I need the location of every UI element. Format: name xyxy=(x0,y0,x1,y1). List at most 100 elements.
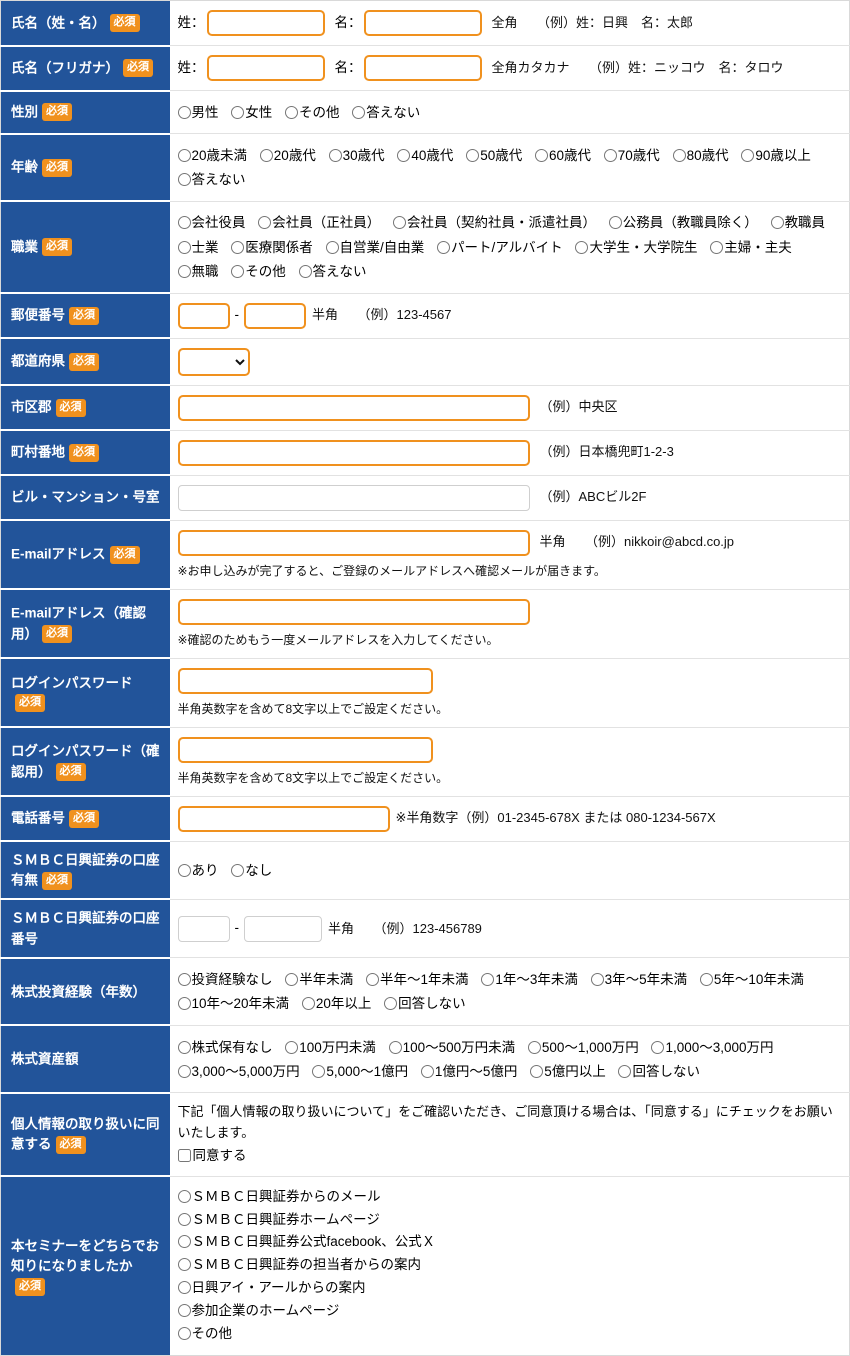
experience-option[interactable]: 10年～20年未満 xyxy=(177,992,289,1016)
age-option[interactable]: 80歳代 xyxy=(672,144,729,168)
assets-radio[interactable] xyxy=(312,1064,326,1078)
experience-option[interactable]: 投資経験なし xyxy=(177,968,273,992)
occupation-option[interactable]: 答えない xyxy=(298,260,367,284)
assets-radio[interactable] xyxy=(527,1040,541,1054)
assets-option[interactable]: 100万円未満 xyxy=(285,1036,376,1060)
occupation-radio[interactable] xyxy=(325,240,339,254)
source-option[interactable]: ＳＭＢＣ日興証券ホームページ xyxy=(177,1209,844,1232)
occupation-radio[interactable] xyxy=(298,264,312,278)
assets-radio[interactable] xyxy=(285,1040,299,1054)
assets-radio[interactable] xyxy=(530,1064,544,1078)
source-option[interactable]: 日興アイ・アールからの案内 xyxy=(177,1277,844,1300)
email-input[interactable] xyxy=(177,529,530,556)
experience-radio[interactable] xyxy=(177,997,191,1011)
age-radio[interactable] xyxy=(259,148,273,162)
prefecture-select[interactable] xyxy=(177,347,250,376)
source-radio[interactable] xyxy=(177,1235,191,1249)
experience-option[interactable]: 5年～10年未満 xyxy=(699,968,804,992)
smbc-account-option[interactable]: あり xyxy=(177,859,219,883)
assets-radio[interactable] xyxy=(420,1064,434,1078)
assets-option[interactable]: 100～500万円未満 xyxy=(388,1036,515,1060)
assets-option[interactable]: 3,000～5,000万円 xyxy=(177,1060,300,1084)
password-input[interactable] xyxy=(177,667,433,694)
occupation-option[interactable]: 教職員 xyxy=(770,211,825,235)
age-radio[interactable] xyxy=(177,148,191,162)
occupation-radio[interactable] xyxy=(575,240,589,254)
experience-option[interactable]: 3年～5年未満 xyxy=(590,968,687,992)
experience-radio[interactable] xyxy=(285,973,299,986)
source-option[interactable]: その他 xyxy=(177,1323,844,1346)
age-option[interactable]: 答えない xyxy=(177,168,246,192)
age-radio[interactable] xyxy=(534,148,548,162)
smbc-account-radio[interactable] xyxy=(177,863,191,877)
age-radio[interactable] xyxy=(466,148,480,162)
assets-option[interactable]: 株式保有なし xyxy=(177,1036,273,1060)
occupation-option[interactable]: 会社役員 xyxy=(177,211,246,235)
assets-option[interactable]: 1億円～5億円 xyxy=(420,1060,517,1084)
experience-option[interactable]: 半年未満 xyxy=(285,968,353,992)
occupation-radio[interactable] xyxy=(770,216,784,230)
email-confirm-input[interactable] xyxy=(177,598,530,625)
assets-radio[interactable] xyxy=(177,1064,191,1078)
occupation-radio[interactable] xyxy=(258,216,272,230)
age-option[interactable]: 20歳未満 xyxy=(177,144,247,168)
experience-radio[interactable] xyxy=(366,973,380,986)
experience-option[interactable]: 20年以上 xyxy=(301,992,371,1016)
age-option[interactable]: 30歳代 xyxy=(328,144,385,168)
occupation-radio[interactable] xyxy=(608,216,622,230)
gender-radio[interactable] xyxy=(177,105,191,119)
experience-radio[interactable] xyxy=(177,973,191,986)
postal-code-second-input[interactable] xyxy=(244,302,306,329)
assets-radio[interactable] xyxy=(388,1040,402,1054)
source-radio[interactable] xyxy=(177,1258,191,1272)
source-radio[interactable] xyxy=(177,1281,191,1295)
privacy-agree-checkbox[interactable] xyxy=(177,1148,191,1162)
age-radio[interactable] xyxy=(672,148,686,162)
occupation-option[interactable]: 無職 xyxy=(177,260,219,284)
assets-option[interactable]: 500～1,000万円 xyxy=(527,1036,639,1060)
furigana-sei-input[interactable] xyxy=(206,55,325,81)
occupation-option[interactable]: パート/アルバイト xyxy=(437,236,563,260)
age-option[interactable]: 40歳代 xyxy=(397,144,453,168)
occupation-option[interactable]: 自営業/自由業 xyxy=(325,236,424,260)
postal-code-first-input[interactable] xyxy=(177,302,230,329)
city-input[interactable] xyxy=(177,394,530,421)
password-confirm-input[interactable] xyxy=(177,736,433,763)
occupation-option[interactable]: 医療関係者 xyxy=(231,236,313,260)
experience-radio[interactable] xyxy=(590,973,604,986)
gender-radio[interactable] xyxy=(231,105,245,119)
gender-option[interactable]: 男性 xyxy=(177,101,219,125)
gender-option[interactable]: 女性 xyxy=(231,101,272,125)
age-option[interactable]: 20歳代 xyxy=(259,144,316,168)
privacy-agree-option[interactable]: 同意する xyxy=(177,1146,247,1167)
age-radio[interactable] xyxy=(397,148,411,162)
occupation-option[interactable]: 会社員（正社員） xyxy=(258,211,380,235)
experience-option[interactable]: 半年～1年未満 xyxy=(366,968,469,992)
telephone-input[interactable] xyxy=(177,805,390,832)
town-input[interactable] xyxy=(177,439,530,466)
age-option[interactable]: 90歳以上 xyxy=(741,144,811,168)
source-option[interactable]: 参加企業のホームページ xyxy=(177,1300,844,1323)
gender-radio[interactable] xyxy=(352,105,366,119)
experience-radio[interactable] xyxy=(481,973,495,986)
occupation-option[interactable]: 大学生・大学院生 xyxy=(575,236,697,260)
assets-option[interactable]: 5億円以上 xyxy=(530,1060,606,1084)
occupation-option[interactable]: 士業 xyxy=(177,236,219,260)
assets-radio[interactable] xyxy=(618,1064,632,1078)
occupation-radio[interactable] xyxy=(393,216,407,230)
experience-radio[interactable] xyxy=(301,997,315,1011)
smbc-account-radio[interactable] xyxy=(231,863,245,877)
age-option[interactable]: 70歳代 xyxy=(603,144,660,168)
occupation-radio[interactable] xyxy=(710,240,724,254)
assets-radio[interactable] xyxy=(177,1040,191,1054)
age-radio[interactable] xyxy=(177,173,191,187)
building-input[interactable] xyxy=(177,484,530,511)
assets-radio[interactable] xyxy=(651,1040,665,1054)
smbc-account-no-first-input[interactable] xyxy=(177,915,230,942)
occupation-radio[interactable] xyxy=(231,240,245,254)
smbc-account-no-second-input[interactable] xyxy=(244,915,322,942)
source-radio[interactable] xyxy=(177,1304,191,1318)
assets-option[interactable]: 1,000～3,000万円 xyxy=(651,1036,774,1060)
source-radio[interactable] xyxy=(177,1327,191,1341)
gender-option[interactable]: その他 xyxy=(285,101,340,125)
